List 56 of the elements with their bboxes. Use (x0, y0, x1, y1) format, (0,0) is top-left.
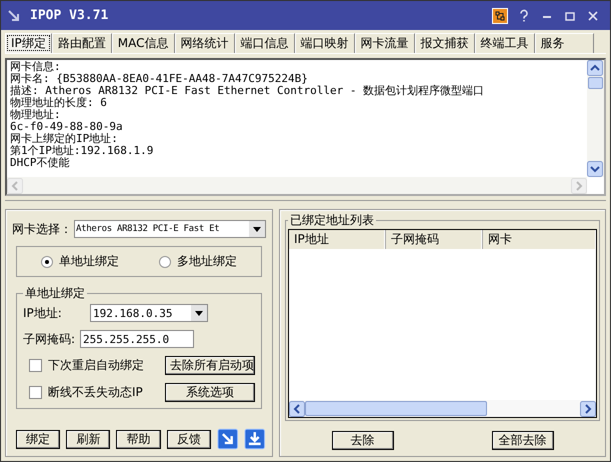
app-icon (7, 8, 21, 22)
option-checkbox[interactable]: 断线不丢失动态IP (29, 384, 143, 401)
tab[interactable]: MAC信息 (112, 33, 175, 53)
ip-label: IP地址: (23, 304, 63, 322)
info-line: DHCP不使能 (10, 157, 70, 169)
tab[interactable]: 端口信息 (234, 33, 295, 53)
vertical-scrollbar[interactable] (587, 60, 604, 177)
scroll-thumb[interactable] (305, 401, 487, 416)
scroll-up-icon[interactable] (587, 60, 603, 76)
scroll-right-icon[interactable] (580, 400, 596, 416)
tab[interactable]: 路由配置 (52, 33, 112, 53)
option-button[interactable]: 去除所有启动项 (165, 356, 255, 375)
horizontal-scrollbar[interactable] (289, 400, 596, 417)
info-line: 第1个IP地址:192.168.1.9 (10, 145, 154, 157)
scroll-left-icon[interactable] (289, 400, 305, 416)
close-icon[interactable] (586, 8, 600, 22)
action-button[interactable]: 反馈 (166, 430, 211, 448)
mode-radio[interactable]: 多地址绑定 (159, 253, 237, 270)
info-line: 网卡上绑定的IP地址: (10, 133, 119, 145)
ip-dropdown[interactable]: 192.168.0.35 (90, 304, 208, 322)
tab[interactable]: 网卡流量 (354, 33, 415, 53)
mode-radio[interactable]: 单地址绑定 (41, 253, 119, 270)
tab[interactable]: 网络统计 (174, 33, 235, 53)
info-line: 物理地址的长度: 6 (10, 97, 108, 109)
action-button[interactable]: 刷新 (66, 430, 110, 448)
group-title: 单地址绑定 (24, 285, 86, 302)
action-button[interactable]: 绑定 (16, 430, 60, 448)
info-line: 描述: Atheros AR8132 PCI-E Fast Ethernet Controller - 数据包计划程序微型端口 (10, 85, 486, 97)
scroll-down-icon[interactable] (587, 161, 603, 177)
tab[interactable]: 报文捕获 (414, 33, 475, 53)
window-title: IPOP V3.71 (30, 8, 108, 23)
tab[interactable]: 端口映射 (294, 33, 355, 53)
download-icon[interactable] (244, 428, 266, 450)
option-button[interactable]: 系统选项 (165, 383, 255, 402)
action-button[interactable]: 帮助 (116, 430, 161, 448)
adapter-dropdown[interactable]: Atheros AR8132 PCI-E Fast Et (74, 220, 266, 238)
tab[interactable]: IP绑定 (5, 33, 52, 53)
info-line: 物理地址: (10, 109, 62, 121)
remove-button[interactable]: 去除 (332, 431, 394, 450)
info-line: 网卡信息: (10, 61, 62, 73)
group-title: 已绑定地址列表 (289, 212, 375, 229)
mask-label: 子网掩码: (23, 330, 76, 348)
adapter-label: 网卡选择： (12, 220, 72, 238)
info-line: 6c-f0-49-88-80-9a (10, 121, 124, 133)
column-header[interactable]: 子网掩码 (386, 230, 483, 249)
tab[interactable]: 服务 (534, 33, 594, 53)
column-header[interactable]: 网卡 (483, 230, 596, 249)
remove-button[interactable]: 全部去除 (492, 431, 554, 450)
tab[interactable]: 终端工具 (474, 33, 535, 53)
network-icon[interactable] (492, 8, 508, 24)
mask-input-field[interactable]: 255.255.255.0 (80, 330, 194, 348)
option-checkbox[interactable]: 下次重启自动绑定 (29, 357, 144, 374)
info-text-area[interactable]: 网卡信息: 网卡名: {B53880AA-8EA0-41FE-AA48-7A47C975224B} 描述: Atheros AR8132 PCI-E Fast Ethernet Controller - 数据包计划程序微型端口 物理地址的长度: 6 物理地址: 6c-f0-49-88-80-9a 网卡上绑定的IP地址: 第1个IP地址:192.168.1.9 DHCP不使能 (5, 58, 606, 196)
info-line: 网卡名: {B53880AA-8EA0-41FE-AA48-7A47C975224B} (10, 73, 309, 85)
column-header[interactable]: IP地址 (289, 230, 386, 249)
scroll-thumb[interactable] (588, 77, 603, 89)
